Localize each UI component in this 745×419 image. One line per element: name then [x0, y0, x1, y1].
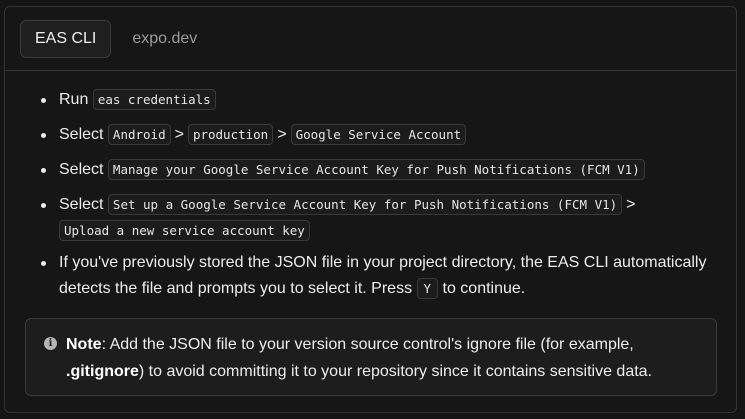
step-auto-detect: If you've previously stored the JSON fil… [39, 250, 736, 302]
note-text: : Add the JSON file to your version sour… [101, 336, 634, 353]
code-key-y: Y [416, 278, 439, 299]
step-select-platform: Select Android > production > Google Service… [39, 122, 736, 148]
step-prefix: Run [59, 91, 89, 108]
code-upload-key: Upload a new service account key [59, 220, 310, 241]
separator: > [277, 126, 287, 143]
code-production: production [187, 124, 274, 145]
separator: > [626, 196, 636, 213]
separator: > [174, 126, 184, 143]
step-prefix: Select [59, 126, 104, 143]
step-prefix: Select [59, 196, 104, 213]
step-select-manage-key: Select Manage your Google Service Accoun… [39, 157, 736, 183]
note-text: ) to avoid committing it to your reposit… [138, 363, 653, 380]
tab-expo-dev[interactable]: expo.dev [117, 20, 212, 58]
note-callout: i Note: Add the JSON file to your versio… [25, 318, 717, 396]
code-manage-key: Manage your Google Service Account Key f… [107, 159, 645, 180]
code-google-service-account: Google Service Account [290, 124, 467, 145]
step-text: If you've previously stored the JSON fil… [59, 254, 707, 297]
tab-bar: EAS CLI expo.dev [5, 7, 736, 71]
code-eas-credentials: eas credentials [92, 89, 216, 110]
steps-content: Run eas credentials Select Android > produ… [5, 71, 736, 302]
info-icon: i [44, 337, 57, 350]
steps-list: Run eas credentials Select Android > produ… [39, 87, 736, 302]
step-prefix: Select [59, 161, 104, 178]
step-select-setup-key: Select Set up a Google Service Account K… [39, 192, 736, 244]
code-setup-key: Set up a Google Service Account Key for … [107, 194, 623, 215]
instructions-card: EAS CLI expo.dev Run eas credentials Sel… [4, 6, 737, 413]
tab-eas-cli[interactable]: EAS CLI [20, 19, 112, 58]
note-label: Note [66, 336, 102, 353]
step-text: to continue. [442, 280, 526, 297]
step-run-credentials: Run eas credentials [39, 87, 736, 113]
note-filename: .gitignore [66, 363, 139, 380]
code-android: Android [107, 124, 171, 145]
